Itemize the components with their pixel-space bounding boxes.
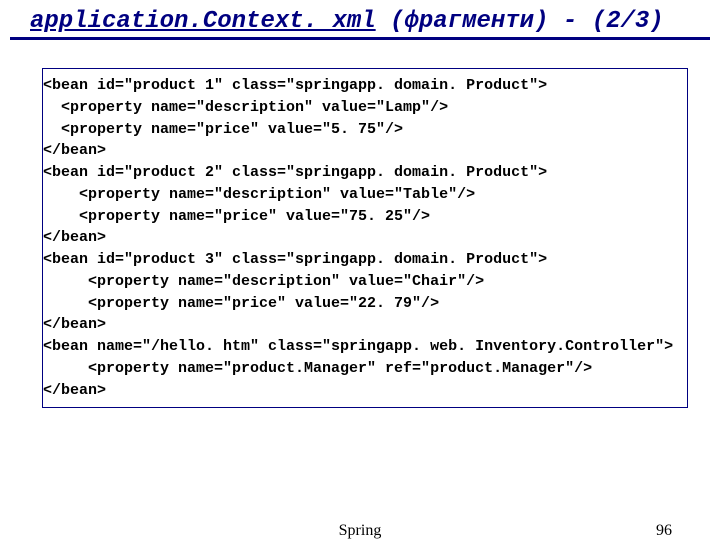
code-line: </bean> <box>43 140 687 162</box>
slide: application.Context. xml (фрагменти) - (… <box>0 0 720 540</box>
page-number: 96 <box>656 522 672 540</box>
code-line: <property name="price" value="22. 79"/> <box>43 293 687 315</box>
code-line: <property name="price" value="5. 75"/> <box>43 119 687 141</box>
code-line: <property name="description" value="Lamp… <box>43 97 687 119</box>
code-line: <property name="price" value="75. 25"/> <box>43 206 687 228</box>
footer-text: Spring <box>0 522 720 540</box>
code-line: </bean> <box>43 380 687 402</box>
code-line: <bean name="/hello. htm" class="springap… <box>43 336 687 358</box>
slide-title: application.Context. xml (фрагменти) - (… <box>10 0 710 40</box>
code-line: <bean id="product 1" class="springapp. d… <box>43 75 687 97</box>
code-line: </bean> <box>43 314 687 336</box>
code-line: </bean> <box>43 227 687 249</box>
title-filename: application.Context. xml <box>30 8 376 35</box>
code-block: <bean id="product 1" class="springapp. d… <box>42 68 688 408</box>
code-line: <bean id="product 2" class="springapp. d… <box>43 162 687 184</box>
code-line: <property name="description" value="Tabl… <box>43 184 687 206</box>
code-line: <bean id="product 3" class="springapp. d… <box>43 249 687 271</box>
code-line: <property name="product.Manager" ref="pr… <box>43 358 687 380</box>
title-suffix: (фрагменти) - (2/3) <box>376 8 664 35</box>
code-line: <property name="description" value="Chai… <box>43 271 687 293</box>
